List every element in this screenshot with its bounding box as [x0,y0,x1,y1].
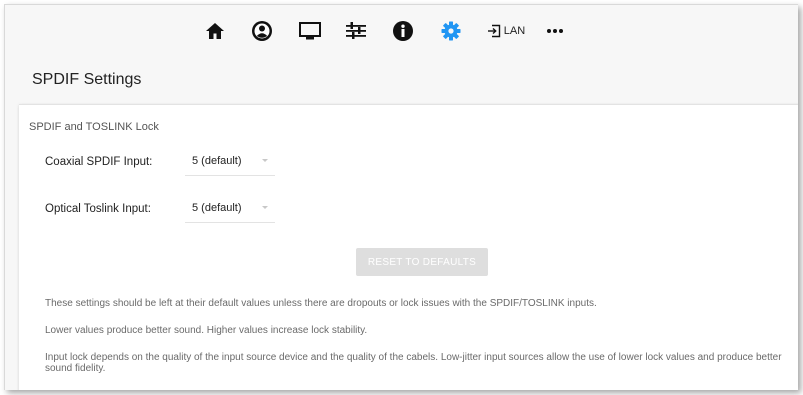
coaxial-label: Coaxial SPDIF Input: [45,156,153,168]
optical-select[interactable]: 5 (default) [185,196,275,223]
spdif-lock-card: SPDIF and TOSLINK Lock Coaxial SPDIF Inp… [19,104,798,390]
reset-to-defaults-button[interactable]: RESET TO DEFAULTS [356,248,488,276]
optical-value: 5 (default) [192,202,242,214]
sliders-icon[interactable] [343,19,369,43]
note-text: These settings should be left at their d… [45,298,597,309]
gear-icon[interactable] [438,19,464,43]
note-text: Lower values produce better sound. Highe… [45,325,368,336]
lan-label: LAN [503,25,526,37]
optical-field-row: Optical Toslink Input: 5 (default) [45,196,305,226]
input-lan-button[interactable]: LAN [486,19,526,43]
coaxial-select[interactable]: 5 (default) [185,149,275,176]
monitor-icon[interactable] [297,19,323,43]
info-icon[interactable] [390,19,416,43]
top-navigation: LAN [5,5,798,55]
input-icon [487,24,501,38]
user-icon[interactable] [249,19,275,43]
chevron-down-icon [262,159,268,162]
page-title: SPDIF Settings [32,71,142,88]
app-window: LAN SPDIF Settings SPDIF and TOSLINK Loc… [4,4,798,390]
optical-label: Optical Toslink Input: [45,203,151,215]
chevron-down-icon [262,206,268,209]
note-text: Input lock depends on the quality of the… [45,352,782,374]
coaxial-field-row: Coaxial SPDIF Input: 5 (default) [45,149,305,179]
coaxial-value: 5 (default) [192,155,242,167]
home-icon[interactable] [203,19,227,43]
section-title: SPDIF and TOSLINK Lock [29,121,159,133]
more-icon[interactable] [544,19,566,43]
